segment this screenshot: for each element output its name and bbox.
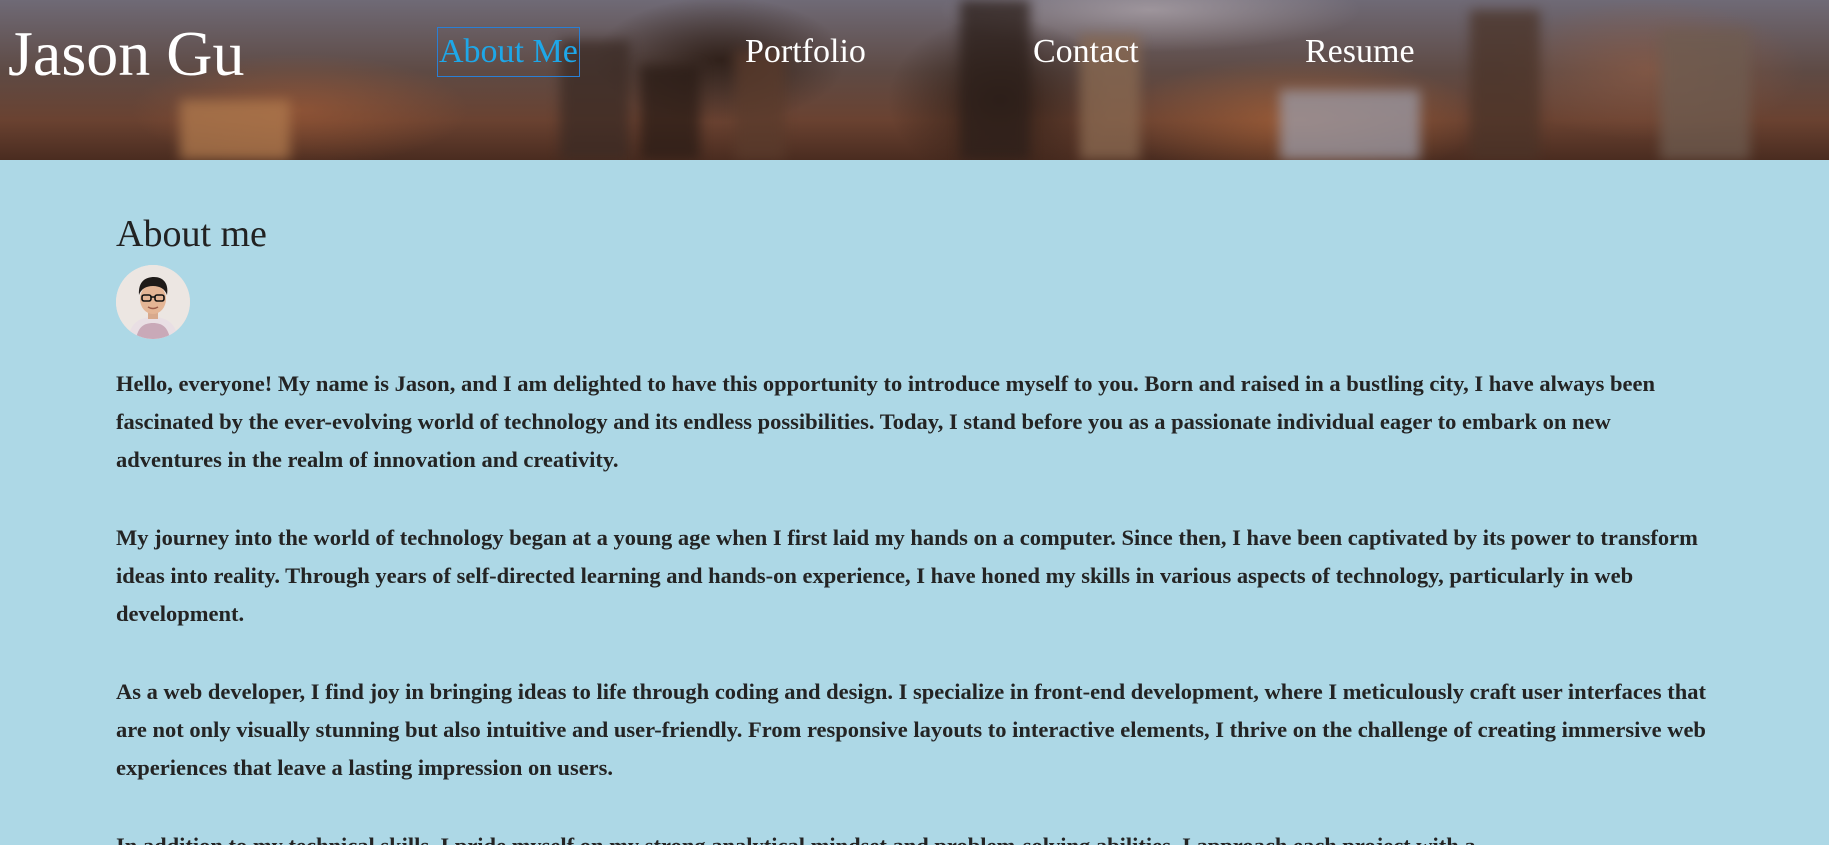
bio-paragraph: As a web developer, I find joy in bringi… bbox=[116, 679, 1707, 780]
avatar bbox=[116, 265, 190, 339]
nav-link-about-me[interactable]: About Me bbox=[437, 27, 580, 77]
main-content: About me Hello, everyone! My name is Jas… bbox=[0, 211, 1829, 845]
bio-paragraph: In addition to my technical skills, I pr… bbox=[116, 827, 1716, 845]
skyline-decoration bbox=[1280, 90, 1420, 160]
site-brand: Jason Gu bbox=[8, 18, 245, 89]
skyline-decoration bbox=[1470, 10, 1540, 160]
about-bio: Hello, everyone! My name is Jason, and I… bbox=[116, 365, 1716, 845]
profile-photo-icon bbox=[116, 265, 190, 339]
about-heading: About me bbox=[116, 213, 267, 255]
skyline-decoration bbox=[640, 65, 700, 160]
skyline-decoration bbox=[960, 0, 1030, 160]
bio-paragraph: My journey into the world of technology … bbox=[116, 525, 1698, 626]
skyline-decoration bbox=[180, 100, 290, 160]
nav-link-contact[interactable]: Contact bbox=[1033, 27, 1139, 77]
nav-link-portfolio[interactable]: Portfolio bbox=[745, 27, 866, 77]
bio-paragraph: Hello, everyone! My name is Jason, and I… bbox=[116, 371, 1656, 472]
skyline-decoration bbox=[1660, 30, 1750, 160]
hero-header: Jason Gu About Me Portfolio Contact Resu… bbox=[0, 0, 1829, 160]
nav-link-resume[interactable]: Resume bbox=[1305, 27, 1415, 77]
